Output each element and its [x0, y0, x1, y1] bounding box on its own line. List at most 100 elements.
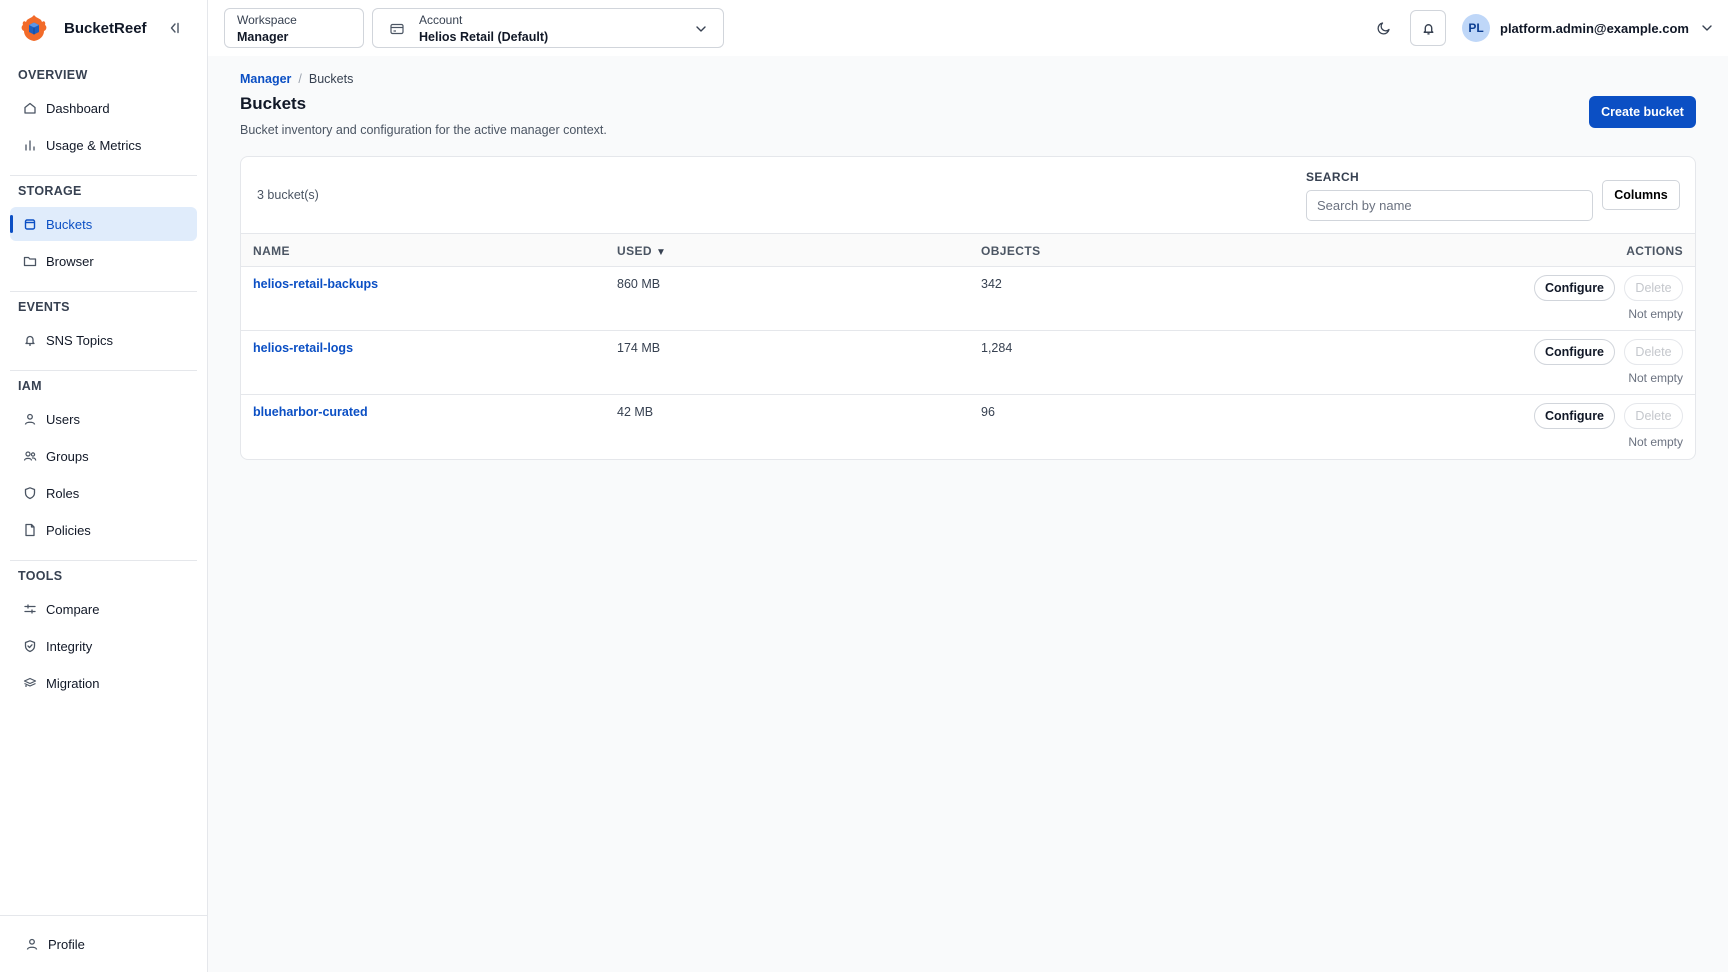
sidebar-item-buckets[interactable]: Buckets — [10, 207, 197, 241]
sidebar-item-label: SNS Topics — [46, 332, 113, 348]
sidebar-item-label: Integrity — [46, 638, 93, 654]
sidebar-item-browser[interactable]: Browser — [10, 244, 197, 278]
bucket-name-link[interactable]: blueharbor-curated — [253, 405, 368, 419]
sidebar-item-dashboard[interactable]: Dashboard — [10, 91, 197, 125]
bucket-name-link[interactable]: helios-retail-backups — [253, 277, 378, 291]
breadcrumb-link-manager[interactable]: Manager — [240, 72, 291, 86]
nav-section-title: TOOLS — [18, 569, 63, 583]
workspace-value: Manager — [237, 30, 289, 44]
bucket-icon — [22, 216, 38, 232]
sidebar-item-label: Compare — [46, 601, 100, 617]
sidebar-item-policies[interactable]: Policies — [10, 513, 197, 547]
users-icon — [22, 448, 38, 464]
nav-section-title: IAM — [18, 379, 42, 393]
sidebar-item-label: Browser — [46, 253, 94, 269]
user-menu[interactable]: PL platform.admin@example.com — [1462, 13, 1715, 43]
theme-toggle-button[interactable] — [1372, 16, 1396, 40]
file-icon — [22, 522, 38, 538]
user-icon — [24, 936, 40, 952]
chevron-down-icon — [696, 26, 706, 32]
create-bucket-button[interactable]: Create bucket — [1589, 96, 1696, 128]
user-email: platform.admin@example.com — [1500, 20, 1689, 36]
topbar: Workspace Manager Account Helios Retail … — [208, 0, 1728, 56]
sidebar-item-groups[interactable]: Groups — [10, 439, 197, 473]
nav-divider — [10, 291, 197, 292]
collapse-sidebar-button[interactable] — [164, 18, 184, 38]
delete-disabled-note: Not empty — [1628, 435, 1683, 449]
nav-divider — [10, 175, 197, 176]
nav-divider — [10, 370, 197, 371]
compare-icon — [22, 601, 38, 617]
sidebar-item-label: Buckets — [46, 216, 93, 232]
page-title: Buckets — [240, 94, 307, 113]
nav-section-title: OVERVIEW — [18, 68, 88, 82]
bell-icon — [1423, 23, 1433, 35]
sidebar-item-label: Migration — [46, 675, 100, 691]
sidebar-item-label: Users — [46, 411, 80, 427]
user-icon — [22, 411, 38, 427]
delete-button[interactable]: Delete — [1624, 339, 1683, 365]
account-value: Helios Retail (Default) — [419, 30, 549, 44]
bar-chart-icon — [22, 137, 38, 153]
sidebar-item-integrity[interactable]: Integrity — [10, 629, 197, 663]
bucket-objects: 96 — [981, 405, 995, 419]
configure-button[interactable]: Configure — [1534, 275, 1615, 301]
credit-card-icon — [390, 23, 404, 35]
delete-button[interactable]: Delete — [1624, 275, 1683, 301]
bucket-count: 3 bucket(s) — [257, 188, 319, 202]
bucket-objects: 1,284 — [981, 341, 1013, 355]
workspace-label: Workspace — [237, 13, 297, 27]
folder-icon — [22, 253, 38, 269]
buckets-table-card: 3 bucket(s) SEARCH Columns NAME USED▼ OB… — [240, 156, 1696, 460]
account-label: Account — [419, 13, 463, 27]
sidebar-item-label: Policies — [46, 522, 91, 538]
bucket-used: 174 MB — [617, 341, 661, 355]
table-header: NAME USED ▼ OBJECTS ACTIONS — [241, 233, 1695, 267]
sidebar-item-label: Usage & Metrics — [46, 137, 142, 153]
search-input[interactable] — [1306, 190, 1593, 221]
brand[interactable]: BucketReef — [18, 10, 147, 46]
shield-icon — [22, 485, 38, 501]
sidebar-item-label: Dashboard — [46, 100, 110, 116]
nav-section-title: STORAGE — [18, 184, 82, 198]
workspace-selector[interactable]: Workspace Manager — [224, 8, 364, 48]
configure-button[interactable]: Configure — [1534, 403, 1615, 429]
shield-check-icon — [22, 638, 38, 654]
column-header-used[interactable]: USED ▼ — [617, 244, 666, 258]
sidebar: BucketReef OVERVIEW Dashboard Usage & Me… — [0, 0, 208, 972]
bucketreef-logo-icon — [21, 15, 47, 41]
sidebar-item-users[interactable]: Users — [10, 402, 197, 436]
column-header-name[interactable]: NAME — [253, 244, 290, 258]
chevron-down-icon — [1702, 25, 1712, 31]
nav-section-title: EVENTS — [18, 300, 70, 314]
table-row: blueharbor-curated 42 MB 96 Configure De… — [241, 395, 1695, 459]
bell-icon — [22, 332, 38, 348]
nav-divider — [10, 560, 197, 561]
sidebar-item-profile[interactable]: Profile — [12, 927, 199, 961]
delete-button[interactable]: Delete — [1624, 403, 1683, 429]
columns-button[interactable]: Columns — [1602, 180, 1680, 210]
configure-button[interactable]: Configure — [1534, 339, 1615, 365]
sidebar-item-sns-topics[interactable]: SNS Topics — [10, 323, 197, 357]
sidebar-item-label: Roles — [46, 485, 80, 501]
sort-desc-icon: ▼ — [655, 247, 667, 258]
app-name: BucketReef — [64, 19, 147, 37]
bucket-used: 42 MB — [617, 405, 654, 419]
delete-disabled-note: Not empty — [1628, 307, 1683, 321]
moon-icon — [1377, 22, 1390, 35]
column-header-objects[interactable]: OBJECTS — [981, 244, 1040, 258]
bucket-objects: 342 — [981, 277, 1002, 291]
account-selector[interactable]: Account Helios Retail (Default) — [372, 8, 724, 48]
bucket-used: 860 MB — [617, 277, 661, 291]
bucket-name-link[interactable]: helios-retail-logs — [253, 341, 353, 355]
sidebar-item-roles[interactable]: Roles — [10, 476, 197, 510]
breadcrumb-current: Buckets — [308, 72, 354, 86]
home-icon — [22, 100, 38, 116]
breadcrumb-separator: / — [298, 72, 302, 86]
notifications-button[interactable] — [1410, 10, 1446, 46]
sidebar-item-usage-metrics[interactable]: Usage & Metrics — [10, 128, 197, 162]
sidebar-item-migration[interactable]: Migration — [10, 666, 197, 700]
table-row: helios-retail-backups 860 MB 342 Configu… — [241, 267, 1695, 331]
sidebar-item-compare[interactable]: Compare — [10, 592, 197, 626]
collapse-icon — [170, 22, 179, 34]
